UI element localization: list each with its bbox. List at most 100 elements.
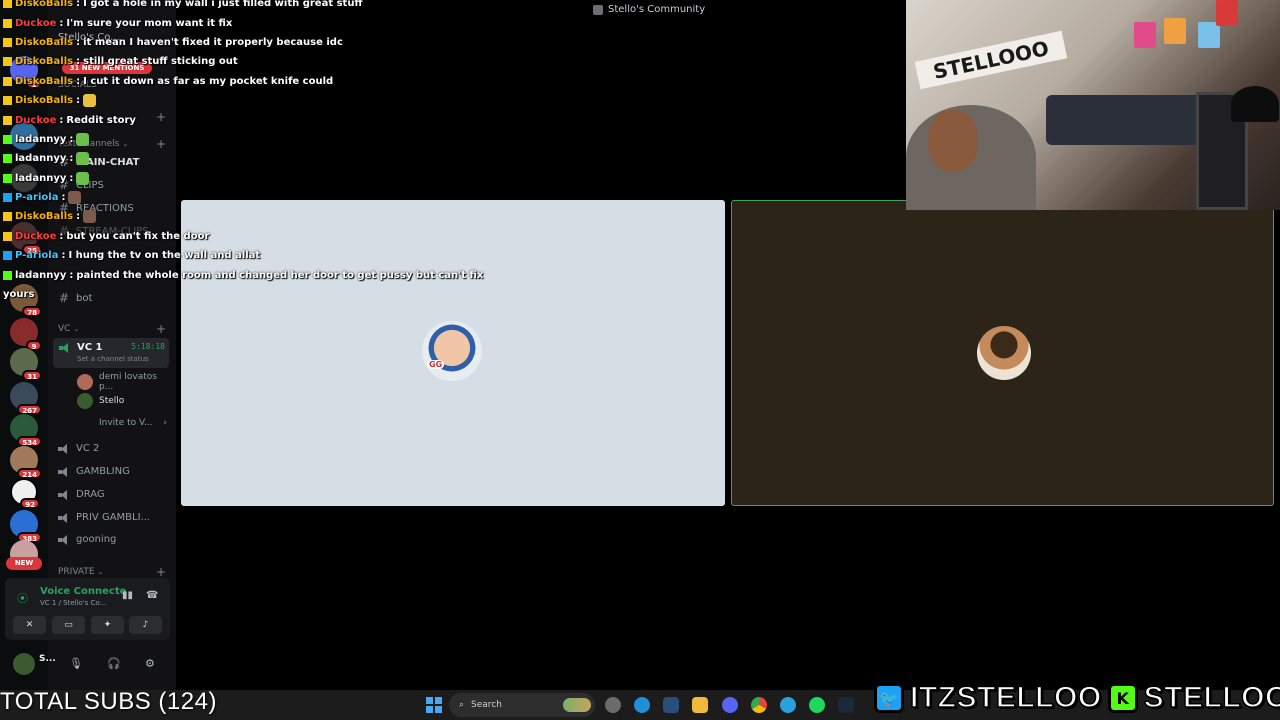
- chat-separator: :: [69, 153, 74, 165]
- chat-separator: :: [76, 95, 81, 107]
- chat-username: ladannyy: [15, 269, 67, 281]
- voice-channel-drag[interactable]: DRAG: [58, 489, 168, 500]
- x-icon: [3, 193, 12, 203]
- taskbar-search[interactable]: ⌕ Search: [449, 693, 595, 717]
- voice-channel-priv-gambling[interactable]: PRIV GAMBLI...: [58, 512, 168, 523]
- chat-separator: :: [76, 0, 81, 10]
- telegram-icon[interactable]: [780, 697, 796, 713]
- chat-username: P-ariola: [15, 192, 59, 204]
- chevron-right-icon: ›: [163, 418, 167, 428]
- windows-start-icon[interactable]: [426, 697, 442, 713]
- chat-message: Duckoe : but you can't fix the door: [3, 227, 423, 246]
- category-private[interactable]: PRIVATE ⌄ +: [58, 565, 166, 579]
- invite-to-voice[interactable]: Invite to V... ›: [77, 415, 167, 431]
- chat-username: DiskoBalls: [15, 75, 74, 87]
- x-icon: [3, 251, 12, 261]
- server-icon[interactable]: 534: [10, 414, 42, 447]
- username[interactable]: S...: [39, 654, 56, 664]
- avatar: [977, 326, 1031, 380]
- add-channel-icon[interactable]: +: [156, 565, 166, 579]
- kick-icon: [3, 173, 12, 183]
- chat-text: yours: [3, 289, 35, 301]
- chat-separator: :: [61, 192, 66, 204]
- total-subs-counter: TOTAL SUBS (124): [0, 688, 217, 715]
- voice-channel-gooning[interactable]: gooning: [58, 534, 168, 545]
- add-channel-icon[interactable]: +: [156, 322, 166, 336]
- server-icon[interactable]: 9: [10, 318, 42, 351]
- noise-suppression-icon[interactable]: ▮▮: [122, 590, 133, 601]
- spotify-icon[interactable]: [809, 697, 825, 713]
- voice-channel-vc2[interactable]: VC 2: [58, 443, 168, 454]
- chat-message: DiskoBalls :: [3, 91, 423, 110]
- file-explorer-icon[interactable]: [692, 697, 708, 713]
- voice-status[interactable]: Voice Connecte: [40, 586, 126, 597]
- discord-icon[interactable]: [722, 697, 738, 713]
- chrome-icon[interactable]: [751, 697, 767, 713]
- edge-icon[interactable]: [634, 697, 650, 713]
- twitch-icon: [3, 231, 12, 241]
- category-vc[interactable]: VC ⌄ +: [58, 322, 166, 336]
- voice-connected-panel: ⦿ Voice Connecte VC 1 / Stello's Co... ▮…: [5, 578, 170, 640]
- chat-message: Duckoe : Reddit story: [3, 110, 423, 129]
- chat-username: DiskoBalls: [15, 95, 74, 107]
- voice-location[interactable]: VC 1 / Stello's Co...: [40, 599, 106, 607]
- wall-poster: [1216, 0, 1238, 26]
- chat-message: DiskoBalls :: [3, 207, 423, 226]
- channel-status[interactable]: Set a channel status: [77, 355, 149, 363]
- search-icon: ⌕: [459, 700, 465, 710]
- camera-off-button[interactable]: ✕: [13, 616, 46, 634]
- soundboard-button[interactable]: ♪: [129, 616, 162, 634]
- chat-separator: :: [69, 269, 74, 281]
- voice-channel-active[interactable]: VC 1 5:18:18 Set a channel status: [53, 338, 169, 368]
- server-icon[interactable]: 214: [10, 446, 42, 479]
- stream-chat-overlay: DiskoBalls :I got a hole in my wall i ju…: [3, 0, 483, 304]
- chat-separator: :: [59, 114, 64, 126]
- new-pill[interactable]: NEW: [6, 557, 42, 570]
- chat-separator: :: [59, 17, 64, 29]
- server-icon[interactable]: 383: [10, 510, 42, 543]
- activities-button[interactable]: ✦: [91, 616, 124, 634]
- speaker-icon: [59, 343, 71, 353]
- screen-share-button[interactable]: ▭: [52, 616, 85, 634]
- twitch-icon: [3, 57, 12, 67]
- server-icon[interactable]: 92: [10, 478, 40, 509]
- twitch-icon: [3, 76, 12, 86]
- chat-message: ladannyy : painted the whole room and cha…: [3, 265, 483, 284]
- search-highlight-icon: [563, 698, 591, 712]
- server-icon[interactable]: 267: [10, 382, 42, 415]
- window-title-text: Stello's Community: [608, 4, 706, 15]
- invite-icon: [77, 415, 93, 431]
- wall-poster: [1164, 18, 1186, 44]
- notification-badge: 92: [20, 498, 40, 509]
- twitch-icon: [3, 18, 12, 28]
- chat-username: Duckoe: [15, 114, 57, 126]
- voice-member[interactable]: Stello: [77, 393, 167, 409]
- chevron-down-icon: ⌄: [97, 568, 104, 576]
- chat-username: DiskoBalls: [15, 0, 74, 10]
- voice-member[interactable]: demi lovatos p...: [77, 372, 167, 392]
- steam-icon-2[interactable]: [838, 697, 854, 713]
- headphones-icon[interactable]: 🎧: [107, 657, 121, 670]
- disconnect-icon[interactable]: ☎: [146, 590, 158, 601]
- avatar[interactable]: [13, 653, 35, 675]
- twitch-icon: [3, 37, 12, 47]
- steam-icon[interactable]: [663, 697, 679, 713]
- lamp: [1231, 86, 1279, 122]
- chat-emote-icon: [83, 210, 97, 224]
- video-tile-speaking[interactable]: [731, 200, 1274, 506]
- speaker-icon: [58, 443, 70, 454]
- voice-channel-gambling[interactable]: GAMBLING: [58, 466, 168, 477]
- window-title: Stello's Community: [593, 4, 705, 15]
- microphone-icon[interactable]: 🎙: [69, 657, 83, 670]
- gear-icon[interactable]: ⚙: [145, 657, 155, 670]
- signal-icon[interactable]: ⦿: [17, 590, 28, 606]
- server-icon[interactable]: 31: [10, 348, 42, 381]
- chat-message: ladannyy :: [3, 130, 423, 149]
- chat-separator: :: [76, 36, 81, 48]
- obs-icon[interactable]: [605, 697, 621, 713]
- kick-icon: K: [1107, 683, 1138, 713]
- chat-username: ladannyy: [15, 133, 67, 145]
- chat-message: yours: [3, 285, 423, 304]
- chat-separator: :: [59, 230, 64, 242]
- chat-message: P-ariola :: [3, 188, 423, 207]
